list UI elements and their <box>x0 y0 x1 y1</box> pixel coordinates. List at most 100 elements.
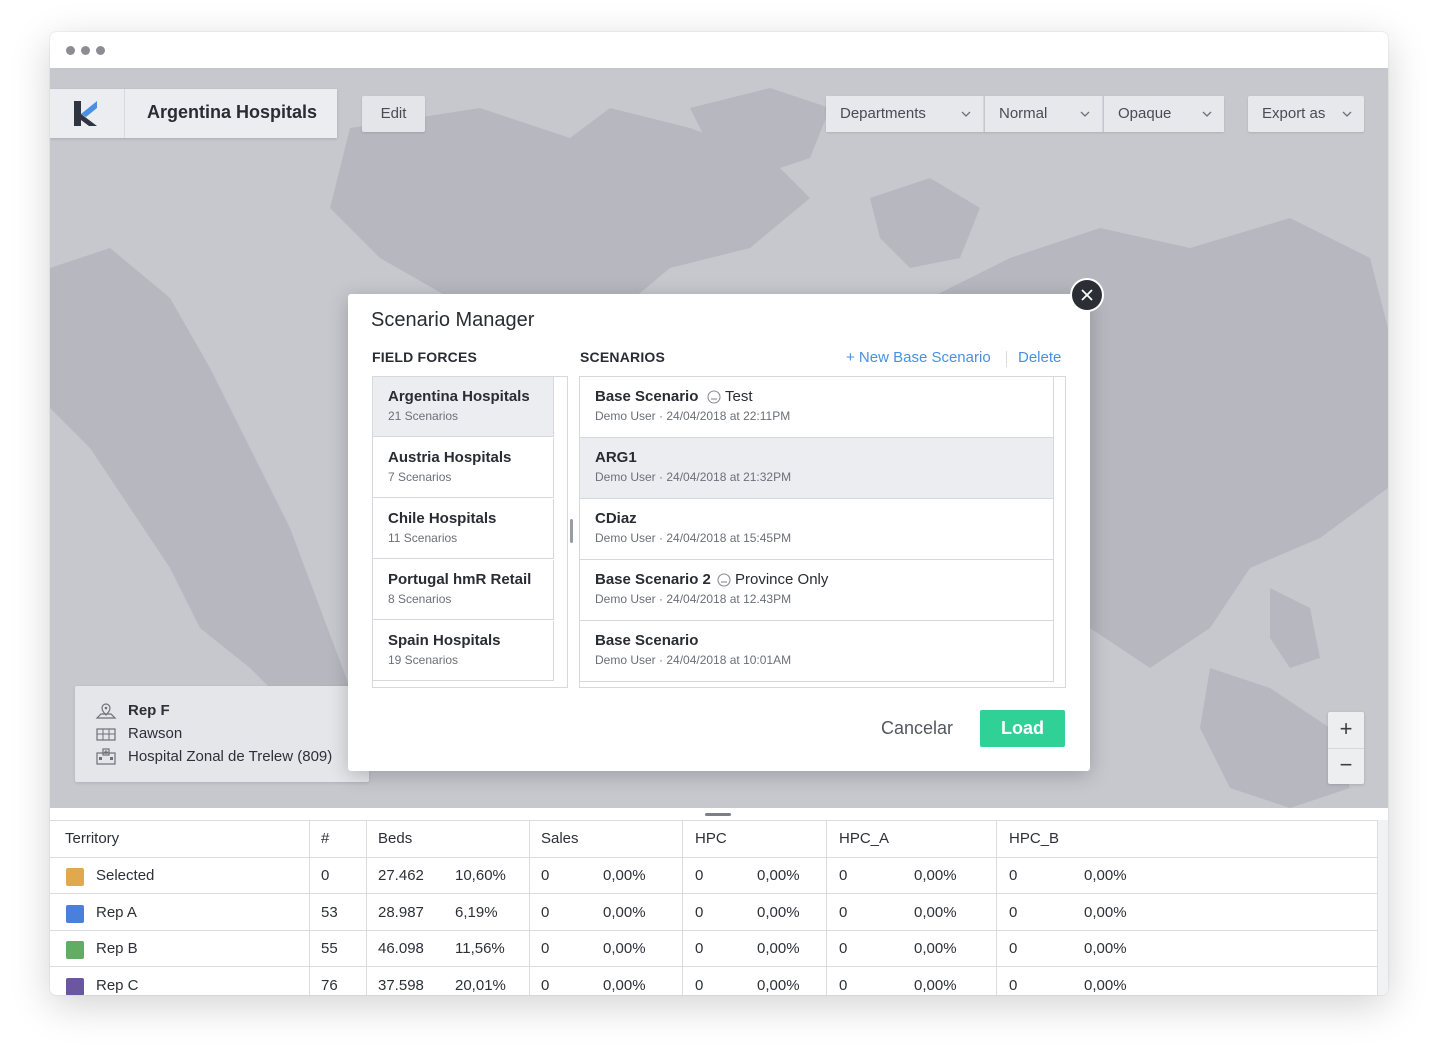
column-header-beds[interactable]: Beds <box>378 830 412 847</box>
tag-icon <box>717 573 731 587</box>
scenario-name: Base Scenario <box>595 632 699 649</box>
chevron-down-icon <box>1342 111 1352 117</box>
tag-icon <box>707 390 721 404</box>
project-title: Argentina Hospitals <box>147 102 318 122</box>
chevron-down-icon <box>1080 111 1090 117</box>
table-cell-hpcb-pct: 0,00% <box>1084 940 1127 957</box>
window-dot-icon[interactable] <box>96 46 105 55</box>
table-cell-sales: 0 <box>541 903 550 921</box>
table-scrollbar[interactable] <box>1377 820 1388 995</box>
table-cell-hpcb-pct: 0,00% <box>1084 903 1127 921</box>
table-cell-beds-pct: 20,01% <box>455 976 506 994</box>
zoom-out-button[interactable]: − <box>1328 748 1364 784</box>
table-cell-hpcb-pct: 0,00% <box>1084 976 1127 994</box>
table-cell-hpc: 0 <box>695 867 704 884</box>
table-divider <box>826 820 827 995</box>
field-force-item[interactable]: Spain Hospitals 19 Scenarios <box>373 621 554 681</box>
table-divider <box>50 820 1378 821</box>
column-header-count[interactable]: # <box>321 830 329 847</box>
scenario-tag: Province Only <box>717 571 828 588</box>
table-cell-hpca-pct: 0,00% <box>914 903 957 921</box>
dialog-title: Scenario Manager <box>371 309 535 331</box>
column-header-hpc-b[interactable]: HPC_B <box>1009 830 1059 847</box>
table-cell-count: 0 <box>321 867 330 884</box>
departments-dropdown[interactable]: Departments <box>826 96 984 132</box>
column-header-territory[interactable]: Territory <box>65 830 119 847</box>
scenario-item[interactable]: Base Scenario Demo User · 24/04/2018 at 1… <box>580 621 1054 682</box>
column-header-hpc-a[interactable]: HPC_A <box>839 830 889 847</box>
table-cell-sales: 0 <box>541 940 550 957</box>
table-cell-hpc-pct: 0,00% <box>757 976 800 994</box>
table-cell-hpca: 0 <box>839 940 848 957</box>
app-brand: Argentina Hospitals <box>50 89 337 138</box>
field-force-item[interactable]: Argentina Hospitals 21 Scenarios <box>373 377 554 437</box>
scenario-tag-label: Test <box>725 388 753 405</box>
field-force-item[interactable]: Portugal hmR Retail 8 Scenarios <box>373 560 554 620</box>
table-cell-hpcb: 0 <box>1009 903 1018 921</box>
scenarios-list[interactable]: Base Scenario Test Demo User · 24/04/2018 … <box>579 376 1066 688</box>
table-divider <box>682 820 683 995</box>
table-cell-hpca: 0 <box>839 867 848 884</box>
scenario-meta: Demo User · 24/04/2018 at 12.43PM <box>595 592 792 606</box>
field-force-count: 19 Scenarios <box>388 653 459 667</box>
column-header-sales[interactable]: Sales <box>541 830 579 847</box>
new-base-scenario-link[interactable]: + New Base Scenario <box>846 349 991 366</box>
territory-table: Territory # Beds Sales HPC HPC_A HPC_B S… <box>50 808 1388 995</box>
field-force-count: 11 Scenarios <box>388 531 458 545</box>
zoom-in-button[interactable]: + <box>1328 712 1364 749</box>
table-cell-hpca: 0 <box>839 903 848 921</box>
scenario-name: Base Scenario <box>595 388 699 405</box>
table-cell-hpc-pct: 0,00% <box>757 903 800 921</box>
panel-drag-handle[interactable] <box>705 813 731 816</box>
scenario-meta: Demo User · 24/04/2018 at 22:11PM <box>595 409 791 423</box>
table-cell-hpcb: 0 <box>1009 940 1018 957</box>
table-cell-beds-pct: 11,56% <box>455 940 505 957</box>
scenario-item[interactable]: Base Scenario 2 Province Only Demo User · … <box>580 560 1054 621</box>
field-force-name: Spain Hospitals <box>388 632 501 649</box>
info-rep-label: Rep F <box>128 702 170 719</box>
table-cell-sales-pct: 0,00% <box>603 940 646 957</box>
scenario-item[interactable]: Base Scenario Test Demo User · 24/04/2018 … <box>580 377 1054 438</box>
export-dropdown[interactable]: Export as <box>1248 96 1364 132</box>
table-cell-beds-pct: 6,19% <box>455 903 498 921</box>
field-force-item[interactable]: Chile Hospitals 11 Scenarios <box>373 499 554 559</box>
table-divider <box>50 966 1378 967</box>
territory-color-swatch <box>66 904 84 923</box>
chevron-down-icon <box>961 111 971 117</box>
info-city-label: Rawson <box>128 725 183 742</box>
field-force-count: 8 Scenarios <box>388 592 452 606</box>
close-icon <box>1081 289 1093 301</box>
scenario-item[interactable]: ARG1 Demo User · 24/04/2018 at 21:32PM <box>580 438 1054 499</box>
window-dot-icon[interactable] <box>81 46 90 55</box>
table-divider <box>50 857 1378 858</box>
scenario-tag: Test <box>707 388 753 405</box>
load-button[interactable]: Load <box>980 710 1065 747</box>
field-forces-list[interactable]: Argentina Hospitals 21 Scenarios Austria H… <box>372 376 568 688</box>
scenario-item[interactable]: CDiaz Demo User · 24/04/2018 at 15:45PM <box>580 499 1054 560</box>
cancel-button[interactable]: Cancelar <box>881 718 953 739</box>
table-cell-beds: 37.598 <box>378 976 424 994</box>
normal-dropdown[interactable]: Normal <box>985 96 1103 132</box>
table-cell-hpc: 0 <box>695 903 704 921</box>
table-cell-beds: 27.462 <box>378 867 424 884</box>
field-force-item[interactable]: Austria Hospitals 7 Scenarios <box>373 438 554 498</box>
table-divider <box>366 820 367 995</box>
window-dot-icon[interactable] <box>66 46 75 55</box>
scenario-manager-dialog: Scenario Manager FIELD FORCES SCENARIOS … <box>348 294 1090 771</box>
table-cell-sales: 0 <box>541 976 550 994</box>
column-header-hpc[interactable]: HPC <box>695 830 727 847</box>
scenario-meta: Demo User · 24/04/2018 at 10:01AM <box>595 653 792 667</box>
delete-link[interactable]: Delete <box>1018 349 1061 366</box>
scenario-meta: Demo User · 24/04/2018 at 21:32PM <box>595 470 792 484</box>
window-titlebar <box>50 32 1388 68</box>
table-cell-beds: 28.987 <box>378 903 424 921</box>
app-logo-icon[interactable] <box>50 89 125 138</box>
field-force-count: 7 Scenarios <box>388 470 452 484</box>
close-dialog-button[interactable] <box>1072 280 1102 310</box>
edit-button[interactable]: Edit <box>362 96 425 132</box>
table-cell-hpca: 0 <box>839 976 848 994</box>
field-forces-scrollbar-thumb[interactable] <box>570 519 573 543</box>
field-force-name: Portugal hmR Retail <box>388 571 532 588</box>
territory-name: Rep B <box>96 940 138 957</box>
opaque-dropdown[interactable]: Opaque <box>1104 96 1224 132</box>
